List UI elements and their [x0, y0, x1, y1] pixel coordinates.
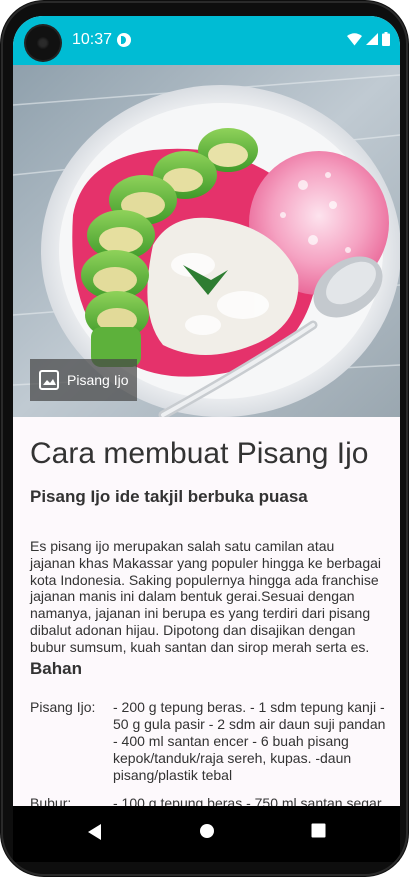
phone-frame: 10:37 Pisang Ijo Cara membuat Pisang Ijo… — [0, 0, 409, 877]
image-caption: Pisang Ijo — [67, 372, 129, 388]
wifi-icon — [347, 32, 362, 45]
app-notification-icon — [117, 33, 131, 47]
status-time: 10:37 — [72, 31, 113, 48]
ingredient-row: Pisang Ijo: - 200 g tepung beras. - 1 sd… — [30, 699, 386, 784]
system-icons — [347, 32, 390, 46]
recipe-hero-image: Pisang Ijo — [13, 65, 400, 417]
battery-icon — [382, 32, 390, 46]
home-icon[interactable] — [199, 823, 215, 839]
back-icon[interactable] — [87, 823, 103, 841]
recipe-title: Cara membuat Pisang Ijo — [30, 437, 369, 470]
image-icon — [39, 370, 59, 390]
image-caption-chip: Pisang Ijo — [30, 359, 138, 401]
navigation-bar — [13, 806, 400, 862]
ingredient-label: Pisang Ijo: — [30, 699, 96, 715]
recents-icon[interactable] — [311, 823, 326, 838]
ingredient-text: - 100 g tepung beras - 750 ml santan seg… — [113, 795, 382, 806]
status-bar: 10:37 — [13, 16, 400, 65]
ingredient-text: - 200 g tepung beras. - 1 sdm tepung kan… — [113, 699, 386, 783]
ingredient-row: Bubur: - 100 g tepung beras - 750 ml san… — [30, 795, 386, 806]
recipe-description: Es pisang ijo merupakan salah satu camil… — [30, 538, 382, 655]
recipe-subtitle: Pisang Ijo ide takjil berbuka puasa — [30, 487, 308, 506]
ingredient-label: Bubur: — [30, 795, 72, 806]
screen: 10:37 Pisang Ijo Cara membuat Pisang Ijo… — [13, 16, 400, 862]
recipe-content[interactable]: Pisang Ijo Cara membuat Pisang Ijo Pisan… — [13, 65, 400, 806]
cellular-signal-icon — [366, 33, 378, 45]
front-camera — [26, 26, 60, 60]
ingredients-heading: Bahan — [30, 659, 82, 678]
